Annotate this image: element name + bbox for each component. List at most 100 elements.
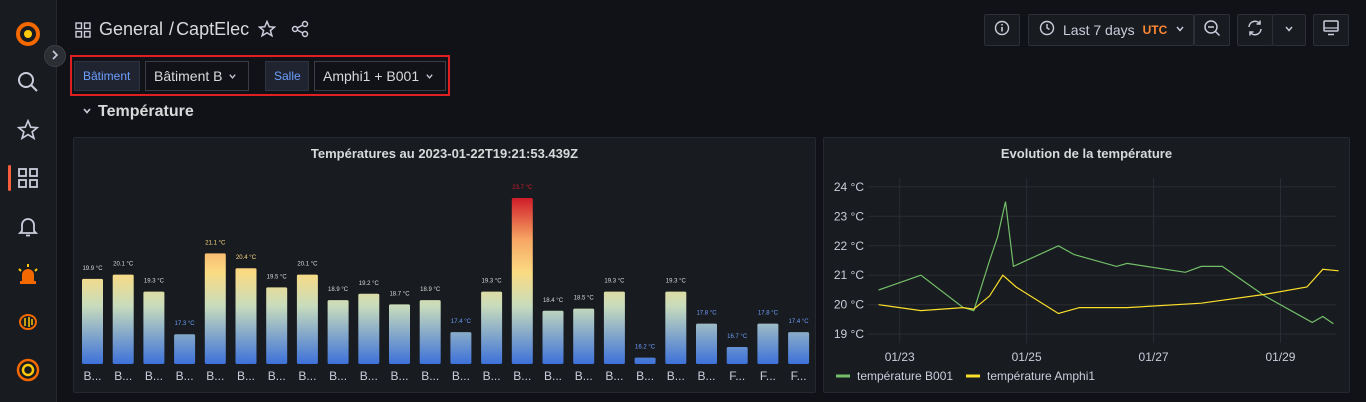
bar-category-label: B...	[697, 369, 715, 383]
bar-0[interactable]	[82, 278, 103, 364]
bar-22[interactable]	[757, 323, 779, 364]
breadcrumb-separator: /	[169, 19, 175, 39]
variable-select-batiment[interactable]: Bâtiment B	[145, 61, 249, 91]
bar-1[interactable]	[112, 274, 134, 364]
tv-mode-button[interactable]	[1313, 14, 1349, 46]
bar-value-label: 18.4 °C	[543, 298, 564, 304]
info-icon	[994, 20, 1010, 41]
bar-8[interactable]	[327, 300, 349, 364]
bar-category-label: B...	[667, 369, 685, 383]
bar-value-label: 20.1 °C	[113, 262, 134, 268]
zoom-out-icon	[1203, 19, 1221, 42]
series-line-0[interactable]	[878, 201, 1334, 325]
bar-16[interactable]	[573, 308, 595, 364]
timeseries-panel: Evolution de la température 19 °C 20 °C 21…	[823, 137, 1350, 393]
series-line-1[interactable]	[878, 268, 1339, 315]
bar-value-label: 18.7 °C	[389, 291, 410, 297]
row-title: Température	[98, 103, 194, 120]
chevron-down-icon	[82, 103, 92, 121]
bar-category-label: B...	[575, 369, 593, 383]
bar-category-label: B...	[176, 369, 194, 383]
bar-value-label: 20.1 °C	[297, 262, 318, 268]
refresh-button[interactable]	[1237, 14, 1273, 46]
bar-4[interactable]	[204, 253, 226, 364]
tv-icon	[1322, 19, 1340, 42]
bar-3[interactable]	[174, 334, 196, 364]
bar-18[interactable]	[634, 357, 656, 364]
dashboards-icon[interactable]	[14, 164, 42, 192]
breadcrumb: General / CaptElec	[99, 19, 249, 40]
bar-23[interactable]	[788, 332, 810, 364]
star-icon[interactable]	[14, 116, 42, 144]
bar-20[interactable]	[696, 323, 717, 364]
bar-value-label: 19.2 °C	[359, 281, 380, 287]
bar-15[interactable]	[542, 310, 564, 364]
search-icon[interactable]	[14, 68, 42, 96]
bar-value-label: 19.3 °C	[144, 279, 165, 285]
variable-label-salle: Salle	[265, 61, 309, 91]
bar-category-label: B...	[452, 369, 470, 383]
bar-value-label: 18.5 °C	[574, 296, 595, 302]
bar-14[interactable]	[511, 198, 533, 364]
bar-6[interactable]	[266, 287, 288, 364]
y-tick-label: 21 °C	[834, 268, 864, 282]
bar-value-label: 19.3 °C	[482, 279, 503, 285]
bar-category-label: B...	[298, 369, 316, 383]
grafana-logo-icon[interactable]	[14, 20, 42, 48]
bar-category-label: F...	[791, 369, 807, 383]
variable-value-salle: Amphi1 + B001	[323, 68, 420, 84]
bar-11[interactable]	[419, 300, 441, 364]
legend-item-1[interactable]: température Amphi1	[987, 369, 1095, 383]
bar-category-label: B...	[544, 369, 562, 383]
bar-category-label: B...	[114, 369, 132, 383]
refresh-interval-dropdown[interactable]	[1272, 14, 1306, 46]
dashboard-info-button[interactable]	[984, 14, 1020, 46]
bar-17[interactable]	[603, 291, 625, 364]
bar-7[interactable]	[296, 274, 318, 364]
bar-category-label: B...	[329, 369, 347, 383]
top-bar: General / CaptElec Last 7 days UTC	[57, 0, 1366, 56]
alert-siren-icon[interactable]	[14, 260, 42, 288]
oncall-icon[interactable]	[14, 356, 42, 384]
favorite-star-icon[interactable]	[257, 19, 277, 43]
bar-value-label: 19.9 °C	[82, 266, 103, 272]
chevron-right-icon	[50, 47, 60, 65]
active-indicator	[8, 165, 11, 191]
bar-category-label: F...	[760, 369, 776, 383]
expand-sidebar-button[interactable]	[44, 45, 66, 67]
bar-value-label: 16.7 °C	[727, 334, 748, 340]
bell-icon[interactable]	[14, 212, 42, 240]
bar-9[interactable]	[358, 293, 380, 364]
breadcrumb-folder[interactable]: General	[99, 19, 163, 40]
bar-category-label: B...	[268, 369, 286, 383]
y-tick-label: 24 °C	[834, 180, 864, 194]
line-chart: 19 °C 20 °C 21 °C 22 °C 23 °C 24 °C 01/23 01/25…	[834, 178, 1339, 383]
bar-12[interactable]	[450, 332, 472, 364]
bar-category-label: B...	[83, 369, 101, 383]
bar-13[interactable]	[481, 291, 503, 364]
bar-value-label: 17.4 °C	[451, 319, 472, 325]
row-toggle[interactable]: Température	[82, 103, 194, 121]
bar-19[interactable]	[665, 291, 687, 364]
bar-2[interactable]	[143, 291, 165, 364]
bar-value-label: 18.9 °C	[420, 287, 441, 293]
bar-21[interactable]	[726, 346, 748, 364]
chevron-down-icon	[1284, 21, 1294, 39]
bar-value-label: 17.8 °C	[758, 311, 779, 317]
legend-item-0[interactable]: température B001	[857, 369, 953, 383]
x-tick-label: 01/23	[885, 350, 915, 364]
zoom-out-button[interactable]	[1194, 14, 1230, 46]
share-icon[interactable]	[291, 20, 309, 43]
bar-value-label: 16.2 °C	[635, 345, 656, 351]
bar-category-label: B...	[605, 369, 623, 383]
x-tick-label: 01/25	[1012, 350, 1042, 364]
bar-5[interactable]	[235, 268, 257, 364]
bar-10[interactable]	[389, 304, 410, 364]
breadcrumb-dashboard[interactable]: CaptElec	[176, 19, 249, 40]
time-picker-button[interactable]: Last 7 days UTC	[1028, 14, 1194, 46]
y-tick-label: 22 °C	[834, 239, 864, 253]
y-tick-label: 23 °C	[834, 209, 864, 223]
ml-brain-icon[interactable]	[14, 308, 42, 336]
bar-value-label: 17.3 °C	[175, 321, 196, 327]
variable-select-salle[interactable]: Amphi1 + B001	[314, 61, 446, 91]
